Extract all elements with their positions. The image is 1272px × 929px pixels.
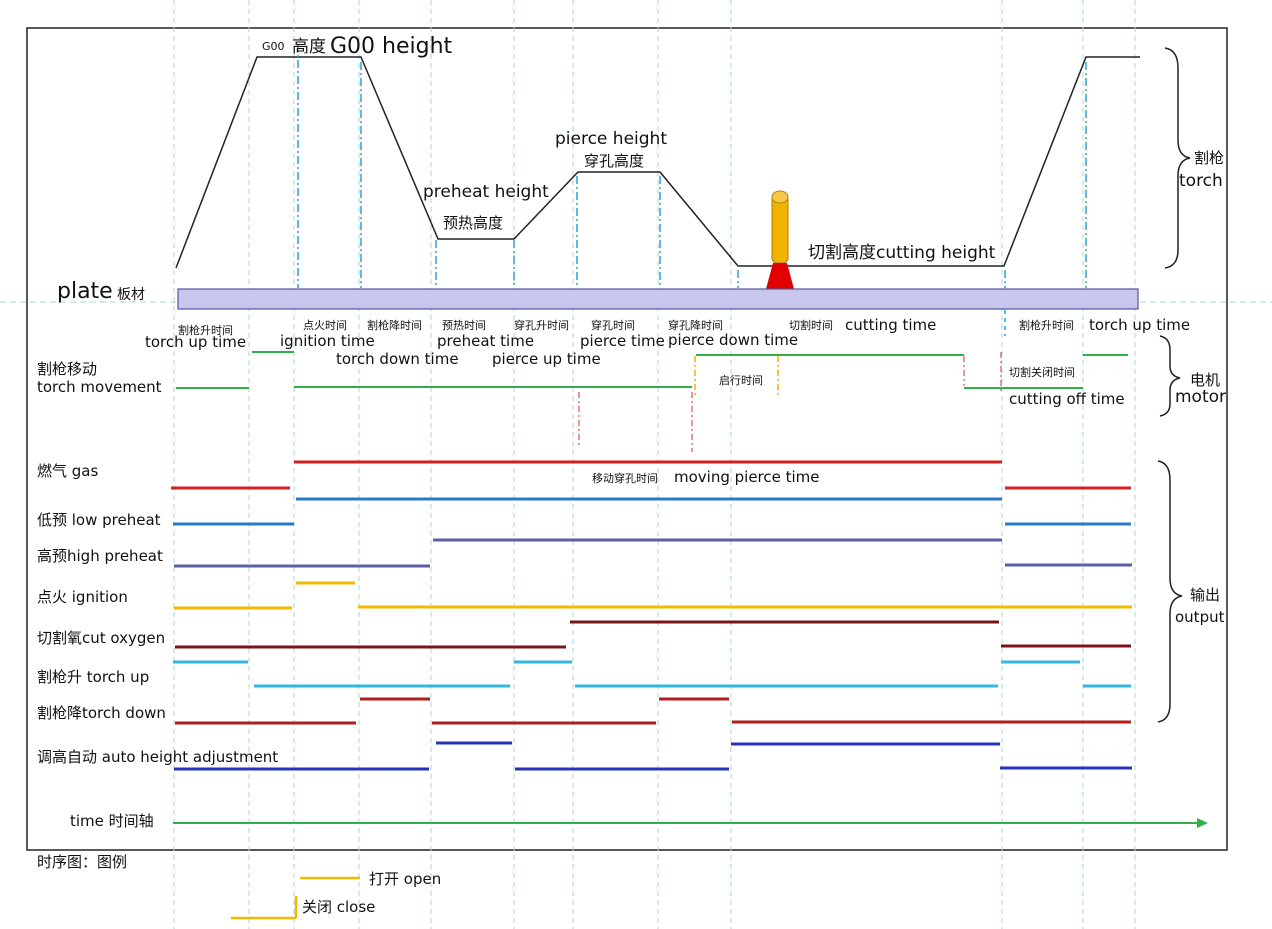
- torch-up-label: 割枪升 torch up: [37, 668, 149, 686]
- phase-torch-up2-cn: 割枪升时间: [1019, 318, 1074, 332]
- torch-flame: [766, 263, 794, 289]
- preheat-height-label: preheat height: [423, 182, 549, 202]
- torch-movement-signal: [176, 351, 1128, 389]
- moving-pierce-en: moving pierce time: [674, 468, 820, 486]
- phase-preheat-cn: 预热时间: [442, 319, 486, 332]
- cutoff-time-cn: 切割关闭时间: [1009, 365, 1075, 379]
- torch-brace: [1164, 47, 1191, 269]
- time-axis-arrow: [1197, 818, 1208, 828]
- timing-diagram: G00 高度 G00 height pierce height 穿孔高度 pre…: [0, 0, 1272, 929]
- plate: [177, 288, 1139, 310]
- phase-ignition-en: ignition time: [280, 332, 375, 350]
- cut-oxygen-label: 切割氧cut oxygen: [37, 629, 165, 647]
- torch-head: [771, 190, 789, 204]
- group-output-cn: 输出: [1190, 586, 1220, 604]
- motor-cn-label: 割枪移动: [37, 360, 97, 378]
- startup-time-cn: 启行时间: [719, 374, 763, 387]
- torch-illustration: [766, 190, 794, 289]
- torch-down-label: 割枪降torch down: [37, 704, 166, 722]
- ignition-label: 点火 ignition: [37, 588, 128, 606]
- torch-down-signal: [175, 697, 1131, 725]
- phase-ignition-cn: 点火时间: [303, 319, 347, 332]
- g00-small-label: G00: [262, 40, 285, 53]
- g00-height-label: G00 height: [330, 34, 453, 59]
- group-output-en: output: [1175, 608, 1225, 626]
- low-preheat-signal: [173, 497, 1131, 526]
- pierce-height-label: pierce height: [555, 129, 667, 149]
- group-torch-en: torch: [1179, 171, 1223, 191]
- phase-pierce-up-cn: 穿孔升时间: [514, 318, 569, 332]
- phase-cutting-cn: 切割时间: [789, 318, 833, 332]
- phase-pierce-en: pierce time: [580, 332, 665, 350]
- phase-torch-down-en: torch down time: [336, 350, 459, 368]
- gas-label: 燃气 gas: [37, 462, 98, 480]
- phase-pierce-cn: 穿孔时间: [591, 318, 635, 332]
- legend-close-label: 关闭 close: [302, 898, 375, 916]
- high-preheat-label: 高预high preheat: [37, 547, 163, 565]
- output-brace: [1157, 460, 1183, 723]
- moving-pierce-cn: 移动穿孔时间: [592, 471, 658, 485]
- phase-torch-down-cn: 割枪降时间: [367, 318, 422, 332]
- low-preheat-label: 低预 low preheat: [37, 511, 161, 529]
- phase-pierce-down-en: pierce down time: [668, 331, 798, 349]
- group-motor-en: motor: [1175, 387, 1226, 407]
- legend-open-label: 打开 open: [369, 870, 441, 888]
- torch-up-signal: [173, 660, 1131, 688]
- motor-en-label: torch movement: [37, 378, 162, 396]
- motor-markers: [578, 352, 1002, 452]
- legend-title: 时序图：图例: [37, 853, 127, 871]
- torch-body: [771, 194, 789, 264]
- plate-label: plate: [57, 279, 113, 304]
- auto-height-label: 调高自动 auto height adjustment: [37, 748, 278, 766]
- phase-pierce-up-en: pierce up time: [492, 350, 601, 368]
- cutoff-time-en: cutting off time: [1009, 390, 1125, 408]
- cutting-height-label: 切割高度cutting height: [808, 243, 996, 263]
- time-axis-label: time 时间轴: [70, 812, 154, 830]
- auto-height-signal: [174, 741, 1132, 771]
- phase-torch-up2-en: torch up time: [1089, 316, 1190, 334]
- cut-oxygen-signal: [175, 620, 1131, 649]
- ignition-signal: [174, 581, 1132, 610]
- group-torch-cn: 割枪: [1194, 149, 1224, 167]
- phase-cutting-en: cutting time: [845, 316, 936, 334]
- phase-torch-up-en: torch up time: [145, 333, 246, 351]
- pierce-height-cn-label: 穿孔高度: [584, 152, 644, 170]
- preheat-height-cn-label: 预热高度: [443, 214, 503, 232]
- phase-preheat-en: preheat time: [437, 332, 534, 350]
- high-preheat-signal: [174, 538, 1132, 568]
- phase-pierce-down-cn: 穿孔降时间: [668, 318, 723, 332]
- g00-cn-label: 高度: [292, 37, 326, 57]
- plate-cn-label: 板材: [117, 287, 145, 303]
